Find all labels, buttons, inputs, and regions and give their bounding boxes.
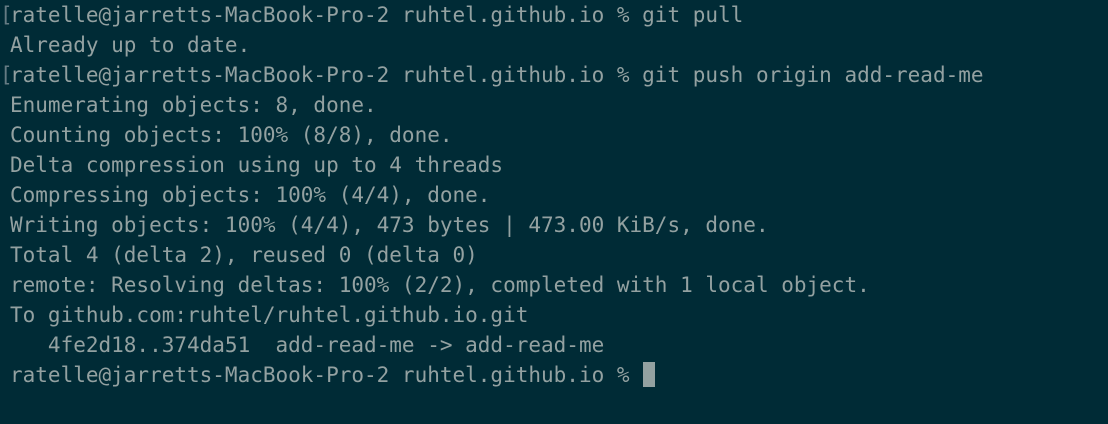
terminal-line: Enumerating objects: 8, done.	[0, 90, 1108, 120]
line-mark	[0, 120, 10, 150]
line-mark	[0, 180, 10, 210]
output-text: remote: Resolving deltas: 100% (2/2), co…	[10, 273, 870, 297]
command-text: ratelle@jarretts-MacBook-Pro-2 ruhtel.gi…	[10, 3, 744, 27]
line-mark: [	[0, 63, 13, 87]
text-cursor[interactable]	[643, 362, 656, 387]
line-mark	[0, 240, 10, 270]
line-mark: [	[0, 3, 13, 27]
output-text: Already up to date.	[10, 33, 251, 57]
terminal-line: Compressing objects: 100% (4/4), done.	[0, 180, 1108, 210]
output-text: Total 4 (delta 2), reused 0 (delta 0)	[10, 243, 478, 267]
line-mark	[0, 270, 10, 300]
line-mark	[0, 330, 10, 360]
output-text: Enumerating objects: 8, done.	[10, 93, 377, 117]
terminal-line: Already up to date.	[0, 30, 1108, 60]
shell-prompt: ratelle@jarretts-MacBook-Pro-2 ruhtel.gi…	[10, 363, 643, 387]
line-mark	[0, 90, 10, 120]
line-mark	[0, 30, 10, 60]
terminal-line: To github.com:ruhtel/ruhtel.github.io.gi…	[0, 300, 1108, 330]
terminal-line: Delta compression using up to 4 threads	[0, 150, 1108, 180]
output-text: Counting objects: 100% (8/8), done.	[10, 123, 453, 147]
line-mark	[0, 210, 10, 240]
line-mark	[0, 360, 10, 390]
prompt-line[interactable]: ratelle@jarretts-MacBook-Pro-2 ruhtel.gi…	[0, 360, 1108, 390]
terminal-line: [ratelle@jarretts-MacBook-Pro-2 ruhtel.g…	[0, 60, 1108, 90]
terminal-line: [ratelle@jarretts-MacBook-Pro-2 ruhtel.g…	[0, 0, 1108, 30]
output-text: Compressing objects: 100% (4/4), done.	[10, 183, 491, 207]
output-text: 4fe2d18..374da51 add-read-me -> add-read…	[10, 333, 605, 357]
terminal-line: 4fe2d18..374da51 add-read-me -> add-read…	[0, 330, 1108, 360]
line-mark	[0, 300, 10, 330]
output-text: Delta compression using up to 4 threads	[10, 153, 504, 177]
terminal-line: Total 4 (delta 2), reused 0 (delta 0)	[0, 240, 1108, 270]
terminal-window[interactable]: [ratelle@jarretts-MacBook-Pro-2 ruhtel.g…	[0, 0, 1108, 424]
output-text: Writing objects: 100% (4/4), 473 bytes |…	[10, 213, 769, 237]
line-mark	[0, 150, 10, 180]
terminal-line: Writing objects: 100% (4/4), 473 bytes |…	[0, 210, 1108, 240]
command-text: ratelle@jarretts-MacBook-Pro-2 ruhtel.gi…	[10, 63, 984, 87]
terminal-output: [ratelle@jarretts-MacBook-Pro-2 ruhtel.g…	[0, 0, 1108, 390]
terminal-line: remote: Resolving deltas: 100% (2/2), co…	[0, 270, 1108, 300]
terminal-line: Counting objects: 100% (8/8), done.	[0, 120, 1108, 150]
output-text: To github.com:ruhtel/ruhtel.github.io.gi…	[10, 303, 529, 327]
